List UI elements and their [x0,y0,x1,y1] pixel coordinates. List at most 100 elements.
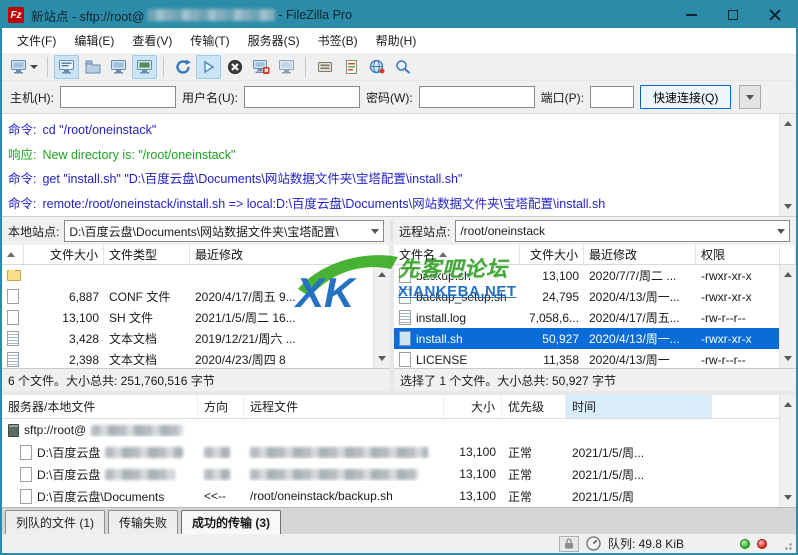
tab-failed-transfers[interactable]: 传输失败 [108,510,178,536]
close-button[interactable] [754,2,796,28]
file-icon [399,331,411,346]
local-file-row[interactable]: 6,887 CONF 文件 2020/4/17/周五 9... [2,286,390,307]
local-file-list: 6,887 CONF 文件 2020/4/17/周五 9... 13,100 S… [2,265,390,368]
process-queue-button[interactable] [196,55,221,79]
censored-host [147,9,275,21]
local-site-bar: 本地站点: D:\百度云盘\Documents\网站数据文件夹\宝塔配置\ [2,220,390,242]
queue-transfer-row[interactable]: D:\百度云盘 13,100 正常 2021/1/5/周... [2,463,796,485]
tab-successful-transfers[interactable]: 成功的传输 (3) [181,510,281,536]
menu-file[interactable]: 文件(F) [8,28,65,53]
title-bar[interactable]: Fz 新站点 - sftp://root@ - FileZilla Pro [2,2,796,28]
menu-edit[interactable]: 编辑(E) [65,28,123,53]
log-text: remote:/root/oneinstack/install.sh => lo… [42,197,605,211]
refresh-button[interactable] [170,55,195,79]
queue-scrollbar[interactable] [779,395,796,507]
directory-comparison-button[interactable] [338,55,363,79]
local-col-type[interactable]: 文件类型 [104,245,190,264]
file-icon [20,445,32,460]
toggle-transfer-queue-button[interactable] [132,55,157,79]
menu-transfer[interactable]: 传输(T) [181,28,238,53]
remote-file-row[interactable]: LICENSE 11,358 2020/4/13/周一 -rw-r--r-- [394,349,796,368]
port-label: 端口(P): [541,89,584,106]
quickconnect-dropdown-button[interactable] [739,85,761,109]
remote-site-combo[interactable]: /root/oneinstack [455,220,790,242]
remote-file-row[interactable]: backup.sh 13,100 2020/7/7/周二 ... -rwxr-x… [394,265,796,286]
chevron-down-icon [371,229,379,238]
censored-path [105,447,183,458]
lock-button[interactable] [559,536,579,552]
censored-path [250,447,428,458]
username-input[interactable] [244,86,360,108]
disconnect-button[interactable] [248,55,273,79]
remote-col-size[interactable]: 文件大小 [520,245,584,264]
directory-filter-button[interactable] [312,55,337,79]
menu-help[interactable]: 帮助(H) [367,28,426,53]
remote-col-name[interactable]: 文件名 [394,245,520,264]
search-files-button[interactable] [390,55,415,79]
minimize-icon [686,14,697,16]
queue-size-label: 队列: 49.8 KiB [608,535,684,552]
local-file-row[interactable]: 3,428 文本文档 2019/12/21/周六 ... [2,328,390,349]
queue-transfer-row[interactable]: D:\百度云盘 13,100 正常 2021/1/5/周... [2,441,796,463]
queue-col-direction[interactable]: 方向 [198,395,244,418]
log-line: 命令:remote:/root/oneinstack/install.sh =>… [8,192,772,217]
queue-server-row[interactable]: sftp://root@ [2,419,796,441]
traffic-red-icon [757,539,767,549]
tab-queued-files[interactable]: 列队的文件 (1) [5,510,105,536]
toggle-local-tree-button[interactable] [80,55,105,79]
toggle-message-log-button[interactable] [54,55,79,79]
quickconnect-button[interactable]: 快速连接(Q) [640,85,731,109]
local-file-row[interactable]: 2,398 文本文档 2020/4/23/周四 8 [2,349,390,368]
local-row-parent-dir[interactable] [2,265,390,286]
site-manager-dropdown-icon [30,65,38,73]
remote-file-row[interactable]: install.log 7,058,6... 2020/4/17/周五... -… [394,307,796,328]
maximize-icon [728,10,738,20]
log-line: 响应:New directory is: "/root/oneinstack" [8,143,772,168]
remote-col-modified[interactable]: 最近修改 [584,245,696,264]
local-file-row[interactable]: 13,100 SH 文件 2021/1/5/周二 16... [2,307,390,328]
remote-col-perm[interactable]: 权限 [696,245,780,264]
scroll-down-icon [784,495,792,504]
maximize-button[interactable] [712,2,754,28]
minimize-button[interactable] [670,2,712,28]
sort-asc-icon [7,252,15,257]
window-title: 新站点 - sftp://root@ - FileZilla Pro [31,6,352,25]
local-col-modified[interactable]: 最近修改 [190,245,390,264]
queue-col-remote[interactable]: 远程文件 [244,395,444,418]
password-input[interactable] [419,86,535,108]
remote-file-row[interactable]: backup_setup.sh 24,795 2020/4/13/周一... -… [394,286,796,307]
site-manager-button[interactable] [7,55,41,79]
local-col-name[interactable] [2,245,24,264]
local-list-scrollbar[interactable] [373,265,390,368]
scroll-up-icon [784,117,792,126]
queue-col-priority[interactable]: 优先级 [502,395,566,418]
remote-file-row-selected[interactable]: install.sh 50,927 2020/4/13/周一... -rwxr-… [394,328,796,349]
menu-bookmarks[interactable]: 书签(B) [309,28,367,53]
menu-server[interactable]: 服务器(S) [239,28,309,53]
chevron-down-icon [777,229,785,238]
queue-transfer-row[interactable]: D:\百度云盘\Documents <<-- /root/oneinstack/… [2,485,796,507]
reconnect-button[interactable] [274,55,299,79]
scroll-up-icon [784,268,792,277]
remote-file-list: backup.sh 13,100 2020/7/7/周二 ... -rwxr-x… [394,265,796,368]
speed-gauge-icon[interactable] [586,536,601,551]
menu-view[interactable]: 查看(V) [123,28,181,53]
port-input[interactable] [590,86,634,108]
site-manager-icon [10,59,28,75]
queue-col-size[interactable]: 大小 [444,395,502,418]
log-scrollbar[interactable] [779,114,796,216]
play-icon [200,59,218,75]
host-input[interactable] [60,86,176,108]
close-icon [769,9,781,21]
remote-list-scrollbar[interactable] [779,265,796,368]
resize-grip[interactable] [780,538,792,550]
toggle-remote-tree-button[interactable] [106,55,131,79]
local-site-combo[interactable]: D:\百度云盘\Documents\网站数据文件夹\宝塔配置\ [64,220,384,242]
local-col-size[interactable]: 文件大小 [24,245,104,264]
synchronized-browsing-button[interactable] [364,55,389,79]
folder-icon [7,270,21,281]
censored-path [250,469,418,480]
queue-col-local[interactable]: 服务器/本地文件 [2,395,198,418]
queue-col-time[interactable]: 时间 [566,395,712,418]
cancel-operation-button[interactable] [222,55,247,79]
